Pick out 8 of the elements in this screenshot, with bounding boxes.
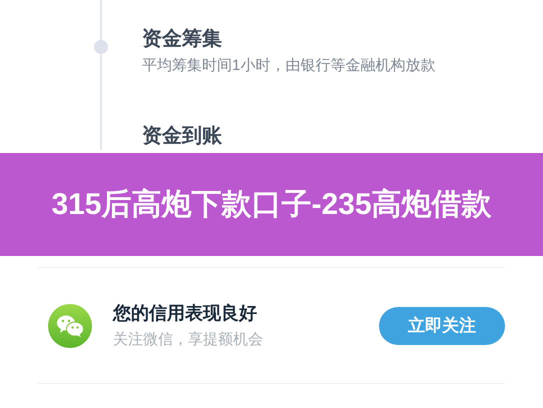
follow-button[interactable]: 立即关注 (379, 306, 505, 344)
promo-title: 您的信用表现良好 (113, 302, 258, 324)
step-title: 资金到账 (142, 124, 222, 149)
promo-subtitle: 关注微信，享提额机会 (113, 330, 263, 350)
step-title: 资金筹集 (142, 27, 223, 52)
chat-icon (48, 304, 92, 348)
banner-title: 315后高炮下款口子-235高炮借款 (51, 186, 492, 222)
step-description: 平均筹集时间1小时，由银行等金融机构放款 (142, 56, 436, 76)
